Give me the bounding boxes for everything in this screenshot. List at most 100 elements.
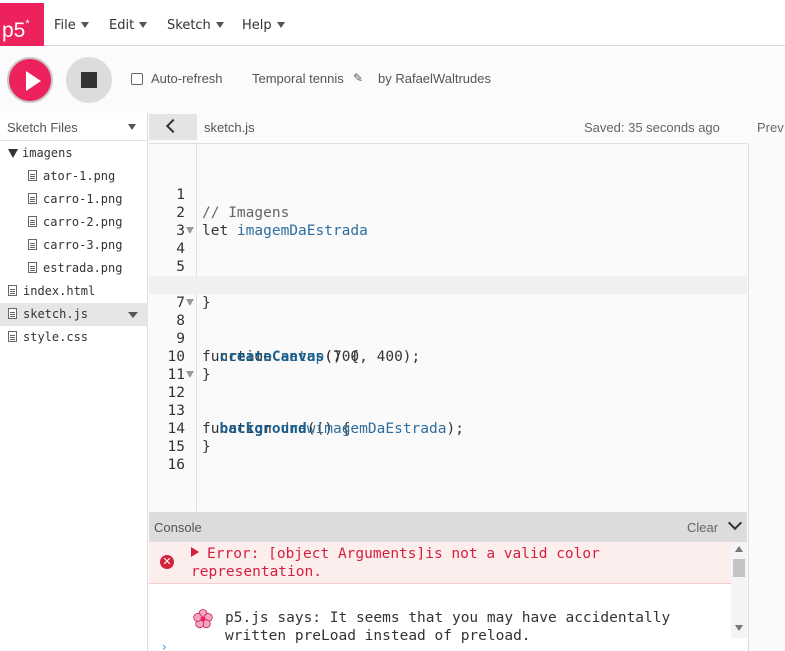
console-header: Console Clear [149, 512, 747, 542]
error-text: Error: [object Arguments]is not a valid … [191, 545, 711, 581]
error-icon: ✕ [160, 555, 174, 569]
file-item-index-html[interactable]: index.html [0, 280, 148, 303]
file-icon [28, 262, 37, 273]
console-scrollbar[interactable] [731, 542, 747, 638]
menu-edit-label: Edit [109, 18, 135, 33]
menu-sketch[interactable]: Sketch [167, 18, 224, 33]
file-item-style-css[interactable]: style.css [0, 326, 148, 349]
chevron-down-icon [276, 22, 285, 28]
stop-button[interactable] [66, 57, 112, 103]
chevron-down-icon [139, 22, 148, 28]
chevron-down-icon [80, 22, 89, 28]
folder-label: imagens [22, 146, 73, 160]
console-friendly-message: p5.js says: It seems that you may have a… [149, 608, 731, 648]
file-item-ator-1[interactable]: ator-1.png [0, 165, 148, 188]
file-item-carro-1[interactable]: carro-1.png [0, 188, 148, 211]
file-item-carro-2[interactable]: carro-2.png [0, 211, 148, 234]
p5-logo[interactable]: p5* [0, 3, 44, 46]
file-icon [28, 193, 37, 204]
file-label: style.css [23, 330, 89, 344]
folder-expanded-icon[interactable] [8, 149, 18, 158]
fold-arrow-icon[interactable] [186, 371, 194, 378]
nav-bar: p5* File Edit Sketch Help [0, 0, 785, 46]
code-line-9[interactable]: 9 createCanvas(700, 400); [149, 312, 747, 365]
file-item-carro-3[interactable]: carro-3.png [0, 234, 148, 257]
code-line-8[interactable]: 8 function setup() { [149, 294, 747, 365]
code-line-15[interactable]: 15 [149, 420, 747, 455]
sidebar-title: Sketch Files [7, 120, 78, 135]
toolbar: Auto-refresh Temporal tennis ✎ by Rafael… [0, 47, 785, 112]
line-number: 16 [167, 457, 185, 473]
code-line-11[interactable]: 11 [149, 348, 747, 383]
file-options-chevron-icon[interactable] [128, 312, 138, 318]
auto-refresh-label: Auto-refresh [151, 71, 223, 86]
file-label: carro-1.png [43, 192, 123, 206]
code-line-12[interactable]: 12 function draw() { [149, 366, 747, 437]
file-label: carro-2.png [43, 215, 123, 229]
sketch-files-sidebar: Sketch Files imagens ator-1.png carro-1.… [0, 113, 148, 651]
file-label: carro-3.png [43, 238, 123, 252]
auto-refresh-checkbox[interactable] [131, 73, 143, 85]
editor-header: sketch.js Saved: 35 seconds ago Prev [149, 113, 785, 141]
logo-text: p5 [2, 19, 26, 42]
sketch-author[interactable]: by RafaelWaltrudes [378, 71, 491, 86]
sketch-name[interactable]: Temporal tennis [252, 71, 344, 86]
chevron-left-icon [165, 118, 181, 134]
menu-help-label: Help [242, 18, 272, 33]
code-line-5[interactable]: 5 imagemDaEstrada = loadImage("imagens/e… [149, 240, 747, 293]
code-line-13[interactable]: 13 background(imagemDaEstrada); [149, 384, 747, 437]
scroll-down-icon[interactable] [735, 625, 743, 631]
file-icon [28, 239, 37, 250]
file-icon [8, 331, 17, 342]
menu-help[interactable]: Help [242, 18, 285, 33]
sidebar-header[interactable]: Sketch Files [0, 113, 148, 141]
scroll-thumb[interactable] [733, 559, 745, 577]
menu-file[interactable]: File [54, 18, 89, 33]
file-item-estrada[interactable]: estrada.png [0, 257, 148, 280]
console-error-message[interactable]: ✕ Error: [object Arguments]is not a vali… [149, 542, 731, 584]
file-label: ator-1.png [43, 169, 116, 183]
console-title: Console [154, 520, 202, 535]
preview-pane-edge [748, 143, 785, 651]
code-editor[interactable]: 1 // Imagens 2 let imagemDaEstrada 3 4 f… [149, 143, 747, 511]
file-icon [28, 170, 37, 181]
file-item-sketch-js[interactable]: sketch.js [0, 303, 148, 326]
menu-edit[interactable]: Edit [109, 18, 148, 33]
code-line-3[interactable]: 3 [149, 204, 747, 239]
saved-status: Saved: 35 seconds ago [584, 120, 720, 135]
pencil-icon[interactable]: ✎ [353, 71, 363, 85]
code-line-10[interactable]: 10 } [149, 330, 747, 383]
collapse-sidebar-button[interactable] [149, 114, 197, 140]
p5-flower-icon [193, 609, 213, 629]
file-label: index.html [23, 284, 96, 298]
scroll-up-icon[interactable] [735, 546, 743, 552]
play-button[interactable] [7, 57, 53, 103]
chevron-down-icon[interactable] [128, 124, 136, 130]
code-line-14[interactable]: 14 } [149, 402, 747, 455]
code-line-6[interactable]: 6 } [149, 258, 747, 311]
code-line-2[interactable]: 2 let imagemDaEstrada [149, 186, 747, 239]
code-line-7[interactable]: 7 [149, 276, 747, 311]
stop-icon [81, 72, 97, 88]
preview-label: Prev [757, 120, 784, 135]
fold-arrow-icon[interactable] [186, 227, 194, 234]
expand-arrow-icon[interactable] [191, 547, 199, 557]
console-clear-button[interactable]: Clear [687, 520, 718, 535]
file-label: estrada.png [43, 261, 123, 275]
menu-sketch-label: Sketch [167, 18, 211, 33]
error-text-content: Error: [object Arguments]is not a valid … [191, 546, 600, 580]
friendly-error-text: p5.js says: It seems that you may have a… [225, 610, 671, 644]
file-icon [28, 216, 37, 227]
editor-file-name: sketch.js [204, 120, 255, 135]
fold-arrow-icon[interactable] [186, 299, 194, 306]
code-line-4[interactable]: 4 function preLoad (){ [149, 222, 747, 293]
file-label: sketch.js [23, 307, 89, 321]
chevron-down-icon[interactable] [727, 515, 743, 531]
console-prompt-icon[interactable]: › [162, 640, 167, 651]
play-icon [26, 71, 41, 91]
file-icon [8, 285, 17, 296]
code-line-16[interactable]: 16 [149, 438, 747, 473]
file-icon [8, 308, 17, 319]
code-line-1[interactable]: 1 // Imagens [149, 168, 747, 221]
folder-imagens[interactable]: imagens [0, 142, 148, 165]
